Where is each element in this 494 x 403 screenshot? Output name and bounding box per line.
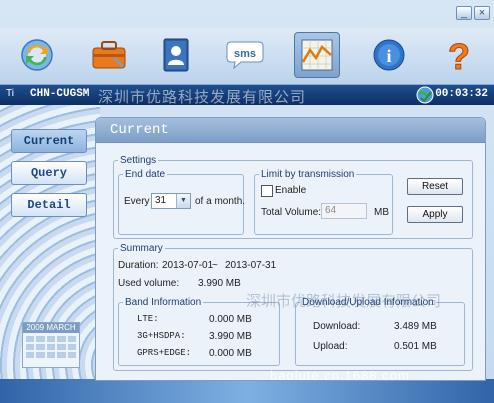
help-icon: ? xyxy=(448,36,471,74)
status-watermark: 深圳市优路科技发展有限公司 xyxy=(98,89,307,106)
total-volume-value: 64 xyxy=(325,205,337,216)
band-row-value: 3.990 MB xyxy=(209,331,252,342)
chevron-down-icon[interactable]: ▼ xyxy=(176,194,190,208)
end-day-select[interactable]: 31 ▼ xyxy=(151,193,191,209)
upload-value: 0.501 MB xyxy=(394,341,437,352)
svg-text:i: i xyxy=(386,46,391,66)
status-bar: Ti CHN-CUGSM 深圳市优路科技发展有限公司 00:03:32 xyxy=(0,85,494,106)
settings-legend: Settings xyxy=(120,155,157,166)
nav-detail-button[interactable]: Detail xyxy=(11,193,87,217)
used-volume-label: Used volume: xyxy=(118,278,180,289)
summary-legend: Summary xyxy=(120,243,163,254)
band-row-label: 3G+HSDPA: xyxy=(137,331,186,341)
band-info-legend: Band Information xyxy=(125,297,202,308)
limit-legend: Limit by transmission xyxy=(261,169,355,180)
enable-label: Enable xyxy=(275,185,307,196)
total-volume-label: Total Volume: xyxy=(261,207,322,218)
footer-strip xyxy=(0,379,494,403)
band-row-label: GPRS+EDGE: xyxy=(137,348,192,358)
apply-button[interactable]: Apply xyxy=(407,206,463,223)
band-row-value: 0.000 MB xyxy=(209,348,252,359)
calendar-icon: 2009 MARCH xyxy=(22,322,80,368)
used-volume-value: 3.990 MB xyxy=(198,278,241,289)
sync-button[interactable] xyxy=(14,32,60,78)
toolbox-button[interactable] xyxy=(86,32,132,78)
duration-label: Duration: xyxy=(118,260,159,271)
download-value: 3.489 MB xyxy=(394,321,437,332)
current-panel: Current Settings End date Every 31 ▼ of … xyxy=(95,117,486,381)
of-a-month-label: of a month. xyxy=(195,196,246,207)
signal-strength-indicator: Ti xyxy=(6,88,14,99)
band-row-value: 0.000 MB xyxy=(209,314,252,325)
info-button[interactable]: i xyxy=(366,32,412,78)
traffic-statistics-button[interactable] xyxy=(294,32,340,78)
close-button[interactable]: × xyxy=(474,6,490,20)
toolbox-icon xyxy=(92,41,126,69)
upload-label: Upload: xyxy=(313,341,348,352)
sms-button[interactable]: sms xyxy=(222,32,268,78)
sms-icon: sms xyxy=(226,41,264,70)
app-window: _ × sms i ? Ti CHN-CUGSM 深圳市优路科技发展有限公司 0… xyxy=(0,0,494,403)
end-day-value: 31 xyxy=(155,195,167,206)
reset-button[interactable]: Reset xyxy=(407,178,463,195)
info-icon: i xyxy=(373,39,405,71)
download-label: Download: xyxy=(313,321,361,332)
nav-current-button[interactable]: Current xyxy=(11,129,87,153)
total-volume-unit: MB xyxy=(374,207,389,218)
svg-text:sms: sms xyxy=(234,48,256,60)
svg-text:?: ? xyxy=(448,36,470,74)
carrier-name: CHN-CUGSM xyxy=(30,88,90,100)
connection-globe-icon xyxy=(416,86,434,104)
calendar-caption: 2009 MARCH xyxy=(23,323,79,333)
sync-icon xyxy=(21,39,53,71)
help-button[interactable]: ? xyxy=(436,32,482,78)
traffic-chart-icon xyxy=(301,39,333,71)
end-date-legend: End date xyxy=(125,169,166,180)
panel-watermark: 深圳市优路科技发展有限公司 xyxy=(246,293,442,310)
connection-timer: 00:03:32 xyxy=(435,88,488,100)
every-label: Every xyxy=(124,196,150,207)
duration-start: 2013-07-01 xyxy=(162,260,214,271)
contacts-button[interactable] xyxy=(153,32,199,78)
duration-separator: ~ xyxy=(212,260,218,271)
nav-query-button[interactable]: Query xyxy=(11,161,87,185)
duration-end: 2013-07-31 xyxy=(225,260,277,271)
panel-title: Current xyxy=(110,122,169,138)
contacts-icon xyxy=(163,38,189,72)
footer-watermark: baolute.cn.1688.com xyxy=(270,368,410,383)
enable-limit-checkbox[interactable] xyxy=(261,185,273,197)
band-row-label: LTE: xyxy=(137,314,159,324)
limit-group: Limit by transmission xyxy=(254,169,393,235)
minimize-button[interactable]: _ xyxy=(456,6,472,20)
toolbar: sms i ? xyxy=(0,28,494,85)
total-volume-input[interactable]: 64 xyxy=(321,203,367,219)
